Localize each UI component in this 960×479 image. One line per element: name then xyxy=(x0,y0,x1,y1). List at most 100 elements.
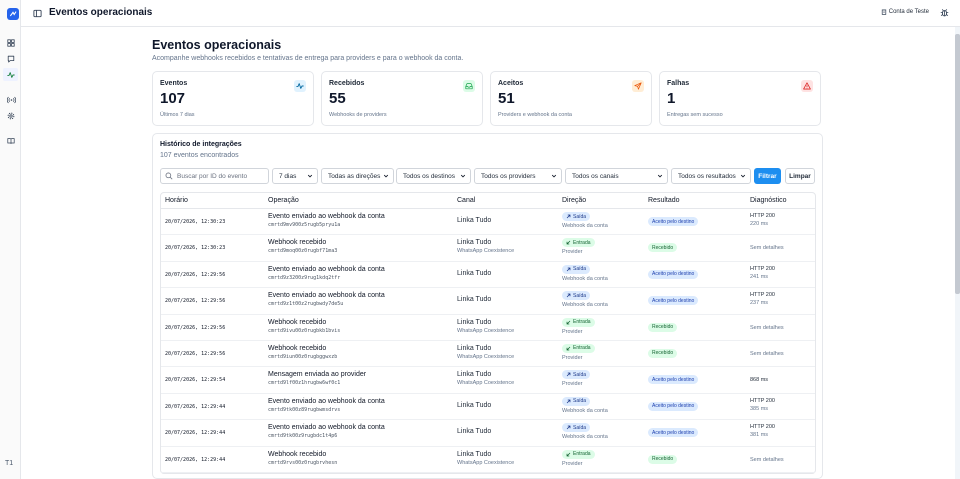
sidebar-toggle-icon[interactable] xyxy=(33,9,42,20)
operation-title: Webhook recebido xyxy=(268,450,327,458)
direction-badge: Saída xyxy=(562,423,591,433)
row-operation: Mensagem enviada ao provider cmrtd9lf00z1… xyxy=(268,371,366,386)
sidebar: T1 xyxy=(0,0,21,479)
row-channel: Linka Tudo WhatsApp Coexistence xyxy=(457,371,514,386)
logo-icon[interactable] xyxy=(7,8,19,20)
stat-note: Últimos 7 dias xyxy=(160,112,195,118)
channel-name: Linka Tudo xyxy=(457,269,492,277)
account-label: Conta de Teste xyxy=(888,9,929,15)
diagnostic-latency: 220 ms xyxy=(750,221,769,227)
row-channel: Linka Tudo xyxy=(457,217,491,224)
channel-name: Linka Tudo xyxy=(457,344,492,352)
table-row[interactable]: 20/07/2026, 12:29:56 Evento enviado ao we… xyxy=(161,288,815,315)
diagnostic-main: Sem detalhes xyxy=(750,324,784,331)
direction-badge: Saída xyxy=(562,396,591,406)
channel-value: Todos os canais xyxy=(572,172,619,180)
row-time: 20/07/2026, 12:29:56 xyxy=(165,271,226,278)
channel-subtitle: WhatsApp Coexistence xyxy=(457,327,515,334)
operation-title: Evento enviado ao webhook da conta xyxy=(268,292,385,300)
chevron-down-icon xyxy=(657,174,663,178)
stat-card-falhas: Falhas 1 Entregas sem sucesso xyxy=(659,71,821,126)
account-switcher[interactable]: Conta de Teste xyxy=(881,9,929,15)
row-time: 20/07/2026, 12:30:23 xyxy=(165,245,226,252)
result-select[interactable]: Todos os resultados xyxy=(671,168,751,184)
channel-name: Linka Tudo xyxy=(457,239,492,247)
arrow-up-right-icon xyxy=(566,399,571,403)
chevron-down-icon xyxy=(460,174,466,178)
row-diagnostic: 868 ms xyxy=(750,377,768,383)
row-direction: Saída Webhook da conta xyxy=(562,291,608,308)
row-diagnostic: HTTP 200 385 ms xyxy=(750,398,775,412)
provider-select[interactable]: Todos os providers xyxy=(474,168,562,184)
row-time: 20/07/2026, 12:29:54 xyxy=(165,377,226,384)
bug-icon[interactable] xyxy=(940,8,949,19)
clear-button[interactable]: Limpar xyxy=(785,168,815,184)
direction-label: Entrada xyxy=(573,319,591,326)
channel-subtitle: WhatsApp Coexistence xyxy=(457,459,515,466)
row-direction: Saída Webhook da conta xyxy=(562,212,608,229)
result-badge: Aceito pelo destino xyxy=(648,217,699,226)
chevron-down-icon xyxy=(551,174,557,178)
filter-button[interactable]: Filtrar xyxy=(754,168,781,184)
col-direcao: Direção xyxy=(562,197,587,204)
row-diagnostic: Sem detalhes xyxy=(750,245,784,251)
table-row[interactable]: 20/07/2026, 12:30:23 Webhook recebido cmrt… xyxy=(161,235,815,262)
diagnostic-main: HTTP 200 xyxy=(750,397,775,404)
table-header: Horário Operação Canal Direção Resultado… xyxy=(161,193,815,209)
event-id: cmrtd9lf00z1hrugbw6wf0c1 xyxy=(268,380,341,387)
direction-badge: Saída xyxy=(562,291,591,301)
table-row[interactable]: 20/07/2026, 12:29:44 Evento enviado ao we… xyxy=(161,394,815,421)
table-row[interactable]: 20/07/2026, 12:29:54 Mensagem enviada ao … xyxy=(161,367,815,394)
result-badge: Recebido xyxy=(648,454,678,464)
book-icon[interactable] xyxy=(6,136,16,146)
arrow-up-right-icon xyxy=(566,214,571,219)
channel-select[interactable]: Todos os canais xyxy=(565,168,668,184)
row-operation: Webhook recebido cmrtd9ivu00z0rugbkb1bvis xyxy=(268,319,340,334)
event-id: cmrtd9rvs00z0rugbrvhesn xyxy=(268,459,338,466)
table-row[interactable]: 20/07/2026, 12:29:56 Webhook recebido cmrt… xyxy=(161,341,815,368)
stat-label: Falhas xyxy=(667,80,690,87)
period-select[interactable]: 7 dias xyxy=(272,168,318,184)
direction-subtitle: Webhook da conta xyxy=(562,407,608,414)
table-row[interactable]: 20/07/2026, 12:29:44 Evento enviado ao we… xyxy=(161,420,815,447)
operation-title: Evento enviado ao webhook da conta xyxy=(268,213,385,220)
direction-select[interactable]: Todas as direções xyxy=(321,168,394,184)
channel-name: Linka Tudo xyxy=(457,371,492,379)
gear-icon[interactable] xyxy=(6,111,16,121)
operation-title: Evento enviado ao webhook da conta xyxy=(268,265,385,273)
row-diagnostic: Sem detalhes xyxy=(750,351,784,357)
row-diagnostic: HTTP 200 381 ms xyxy=(750,424,775,438)
row-diagnostic: HTTP 200 241 ms xyxy=(750,266,775,280)
event-id: cmrtd9mv900z5rugb5pryu1a xyxy=(268,222,341,228)
arrow-down-left-icon xyxy=(566,320,571,324)
diagnostic-main: HTTP 200 xyxy=(750,265,775,272)
provider-value: Todos os providers xyxy=(481,172,536,180)
row-time: 20/07/2026, 12:30:23 xyxy=(165,219,226,225)
activity-icon[interactable] xyxy=(3,68,18,81)
direction-value: Todas as direções xyxy=(328,172,381,180)
chevron-down-icon xyxy=(307,174,313,178)
table-body: 20/07/2026, 12:30:23 Evento enviado ao we… xyxy=(161,209,815,473)
direction-subtitle: Provider xyxy=(562,381,583,388)
message-icon[interactable] xyxy=(6,54,16,64)
direction-label: Saída xyxy=(573,371,587,378)
table-row[interactable]: 20/07/2026, 12:29:56 Evento enviado ao we… xyxy=(161,262,815,289)
table-row[interactable]: 20/07/2026, 12:29:56 Webhook recebido cmrt… xyxy=(161,315,815,341)
table-row[interactable]: 20/07/2026, 12:30:23 Evento enviado ao we… xyxy=(161,209,815,236)
direction-badge: Saída xyxy=(562,370,591,380)
topbar: Eventos operacionais Conta de Teste xyxy=(21,0,960,27)
user-avatar[interactable]: T1 xyxy=(5,460,13,467)
direction-label: Saída xyxy=(573,266,587,273)
destination-select[interactable]: Todos os destinos xyxy=(396,168,471,184)
row-diagnostic: Sem detalhes xyxy=(750,325,784,331)
grid-icon[interactable] xyxy=(6,38,16,48)
row-time: 20/07/2026, 12:29:44 xyxy=(165,403,226,410)
stat-label: Aceitos xyxy=(498,80,524,87)
inbox-icon xyxy=(463,80,475,92)
direction-label: Saída xyxy=(573,213,587,220)
search-input[interactable]: Buscar por ID do evento xyxy=(160,168,269,184)
table-row[interactable]: 20/07/2026, 12:29:44 Webhook recebido cmrt… xyxy=(161,447,815,473)
row-operation: Webhook recebido cmrtd9moq00z0rugbf71ma3 xyxy=(268,239,337,254)
scrollbar-thumb[interactable] xyxy=(955,34,960,294)
broadcast-icon[interactable] xyxy=(6,95,16,105)
